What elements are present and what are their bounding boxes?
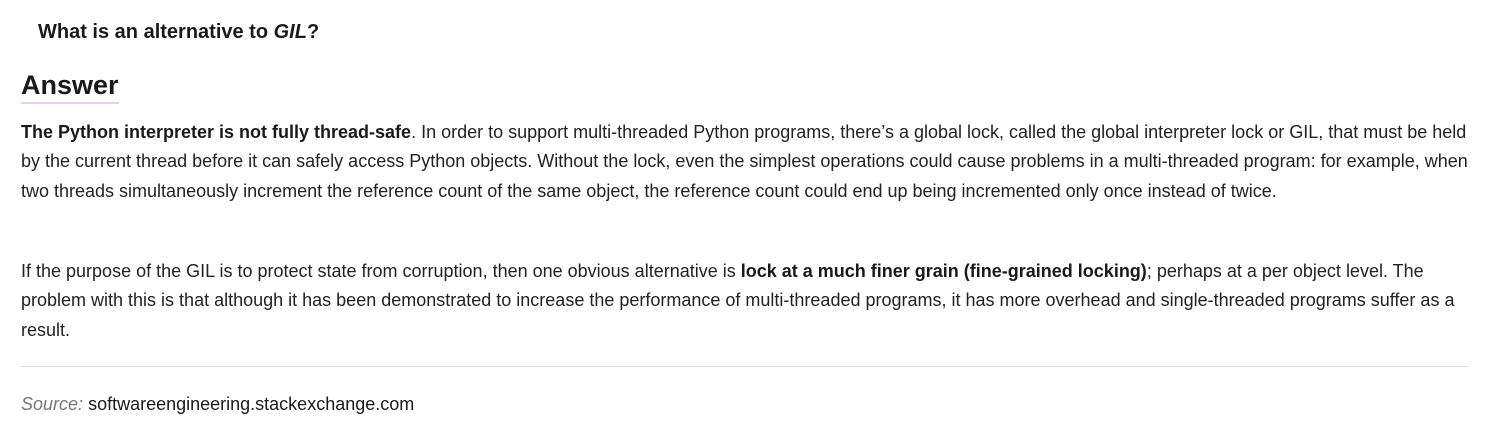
question-term: GIL <box>273 21 307 43</box>
source-line: Source: softwareengineering.stackexchang… <box>21 392 414 416</box>
source-label: Source: <box>21 394 84 414</box>
question-title: What is an alternative to GIL? <box>38 18 319 46</box>
question-prefix: What is an alternative to <box>38 21 274 43</box>
source-value: softwareengineering.stackexchange.com <box>88 394 415 414</box>
divider <box>21 366 1469 367</box>
paragraph-2-text-before: If the purpose of the GIL is to protect … <box>21 261 741 281</box>
answer-paragraph-2: If the purpose of the GIL is to protect … <box>21 257 1469 345</box>
answer-paragraph-1: The Python interpreter is not fully thre… <box>21 118 1469 206</box>
answer-heading-text: Answer <box>21 68 119 104</box>
paragraph-2-bold: lock at a much finer grain (fine-grained… <box>740 261 1147 281</box>
paragraph-1-bold: The Python interpreter is not fully thre… <box>21 122 412 142</box>
answer-heading: Answer <box>21 68 119 104</box>
question-suffix: ? <box>306 21 320 43</box>
